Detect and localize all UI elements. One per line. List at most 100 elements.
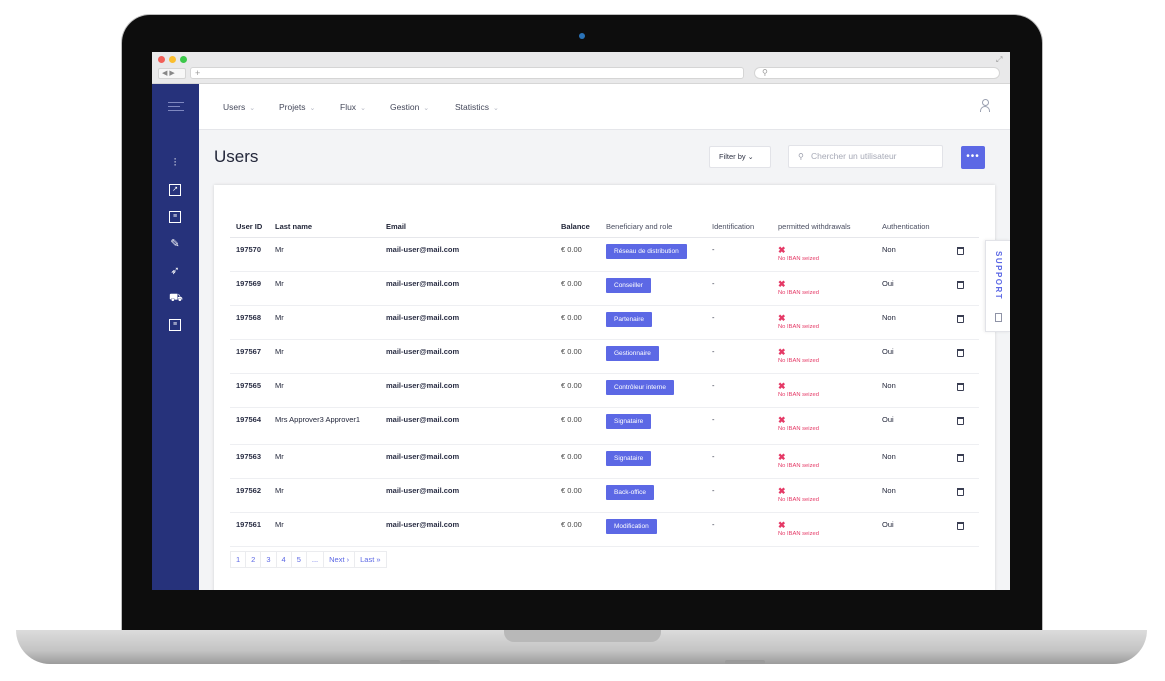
role-badge[interactable]: Partenaire — [606, 311, 652, 327]
support-tab[interactable]: SUPPORT — [985, 240, 1010, 332]
col-balance[interactable]: Balance — [555, 202, 600, 238]
nav-projets[interactable]: Projets ⌄ — [279, 102, 315, 112]
authentication-cell: Non — [876, 305, 951, 340]
maximize-dot[interactable] — [180, 56, 187, 63]
search-icon: ⚲ — [798, 152, 804, 161]
nav-users[interactable]: Users ⌄ — [223, 102, 255, 112]
role-badge[interactable]: Signataire — [606, 450, 652, 466]
filter-label: Filter by — [719, 152, 746, 161]
page-link[interactable]: 5 — [290, 551, 307, 568]
document-icon[interactable] — [995, 313, 1002, 322]
x-icon: ✖ — [778, 485, 786, 496]
page-link[interactable]: 4 — [275, 551, 292, 568]
page-link[interactable]: Last » — [354, 551, 387, 568]
nav-statistics[interactable]: Statistics ⌄ — [455, 102, 499, 112]
address-bar[interactable]: + — [190, 67, 744, 79]
user-id-cell: 197561 — [230, 512, 269, 547]
clipboard-icon[interactable]: ≡ — [169, 211, 181, 223]
trash-icon[interactable] — [957, 280, 964, 289]
table-row[interactable]: 197569 Mr mail-user@mail.com € 0.00 Conseill… — [230, 271, 979, 306]
role-cell: Réseau de distribution — [600, 237, 706, 272]
last-name-cell: Mr — [269, 478, 380, 513]
cursor-icon[interactable]: ➶ — [169, 265, 181, 277]
nav-flux[interactable]: Flux ⌄ — [340, 102, 366, 112]
trash-icon[interactable] — [957, 416, 964, 425]
role-badge[interactable]: Conseiller — [606, 277, 651, 293]
identification-cell: - — [706, 478, 772, 513]
no-iban-text: No IBAN seized — [778, 425, 819, 432]
balance-cell: € 0.00 — [555, 444, 600, 479]
no-iban-text: No IBAN seized — [778, 255, 819, 262]
col-authentication[interactable]: Authentication — [876, 202, 951, 238]
actions-cell — [951, 271, 979, 306]
table-row[interactable]: 197567 Mr mail-user@mail.com € 0.00 Gestionn… — [230, 339, 979, 374]
col-permitted-withdrawals[interactable]: permitted withdrawals — [772, 202, 876, 238]
table-row[interactable]: 197562 Mr mail-user@mail.com € 0.00 Back-off… — [230, 478, 979, 513]
table-row[interactable]: 197561 Mr mail-user@mail.com € 0.00 Modifica… — [230, 512, 979, 547]
nav-gestion[interactable]: Gestion ⌄ — [390, 102, 429, 112]
table-header-row: User ID Last name Email Balance Benefici… — [230, 202, 979, 238]
trash-icon[interactable] — [957, 521, 964, 530]
minimize-dot[interactable] — [169, 56, 176, 63]
col-email[interactable]: Email — [380, 202, 555, 238]
browser-search-bar[interactable]: ⚲ — [754, 67, 1000, 79]
trash-icon[interactable] — [957, 348, 964, 357]
role-badge[interactable]: Modification — [606, 518, 657, 534]
role-badge[interactable]: Réseau de distribution — [606, 243, 687, 259]
role-cell: Back-office — [600, 478, 706, 513]
page-link[interactable]: 2 — [245, 551, 262, 568]
users-card: User ID Last name Email Balance Benefici… — [214, 185, 995, 590]
email-cell: mail-user@mail.com — [380, 407, 555, 445]
cart-icon[interactable]: ⛟ — [169, 292, 183, 304]
fullscreen-icon[interactable]: ⤢ — [996, 55, 1002, 65]
col-user-id[interactable]: User ID — [230, 202, 269, 238]
trash-icon[interactable] — [957, 487, 964, 496]
page-link[interactable]: 1 — [230, 551, 247, 568]
trash-icon[interactable] — [957, 246, 964, 255]
table-row[interactable]: 197568 Mr mail-user@mail.com € 0.00 Partenai… — [230, 305, 979, 340]
user-icon[interactable] — [980, 99, 990, 113]
menu-icon[interactable] — [168, 102, 184, 114]
more-options-button[interactable]: ••• — [961, 146, 985, 169]
page-link[interactable]: Next › — [323, 551, 356, 568]
col-last-name[interactable]: Last name — [269, 202, 380, 238]
page-link[interactable]: ... — [305, 551, 325, 568]
search-user-input[interactable]: ⚲ Chercher un utilisateur — [788, 145, 943, 168]
actions-cell — [951, 237, 979, 272]
sliders-icon[interactable]: ⫶ — [169, 157, 181, 169]
edit-icon[interactable]: ✎ — [169, 238, 181, 250]
chevron-down-icon: ⌄ — [493, 105, 499, 112]
chevron-down-icon: ⌄ — [309, 105, 316, 112]
role-badge[interactable]: Signataire — [606, 413, 652, 429]
pagination: 1 2 3 4 5... Next › Last » — [230, 551, 387, 568]
chart-icon[interactable]: ↗ — [169, 184, 181, 196]
table-row[interactable]: 197570 Mr mail-user@mail.com € 0.00 Réseau d… — [230, 237, 979, 272]
col-identification[interactable]: Identification — [706, 202, 772, 238]
trash-icon[interactable] — [957, 453, 964, 462]
document-icon[interactable]: ≡ — [169, 319, 181, 331]
role-badge[interactable]: Gestionnaire — [606, 345, 659, 361]
back-forward-icon[interactable]: ◀ ▶ — [158, 68, 186, 79]
withdrawals-cell: ✖ No IBAN seized — [772, 478, 876, 513]
table-row[interactable]: 197565 Mr mail-user@mail.com € 0.00 Contrôle… — [230, 373, 979, 408]
close-dot[interactable] — [158, 56, 165, 63]
email-cell: mail-user@mail.com — [380, 373, 555, 408]
user-id-cell: 197562 — [230, 478, 269, 513]
table-row[interactable]: 197564 Mrs Approver3 Approver1 mail-user@m… — [230, 407, 979, 445]
role-badge[interactable]: Back-office — [606, 484, 655, 500]
x-icon: ✖ — [778, 346, 786, 357]
role-cell: Partenaire — [600, 305, 706, 340]
email-cell: mail-user@mail.com — [380, 478, 555, 513]
trash-icon[interactable] — [957, 382, 964, 391]
page-link[interactable]: 3 — [260, 551, 277, 568]
withdrawals-cell: ✖ No IBAN seized — [772, 305, 876, 340]
table-row[interactable]: 197563 Mr mail-user@mail.com € 0.00 Signatai… — [230, 444, 979, 479]
col-beneficiary-role[interactable]: Beneficiary and role — [600, 202, 706, 238]
authentication-cell: Oui — [876, 407, 951, 445]
withdrawals-cell: ✖ No IBAN seized — [772, 373, 876, 408]
role-badge[interactable]: Contrôleur interne — [606, 379, 675, 395]
identification-cell: - — [706, 339, 772, 374]
chevron-down-icon: ⌄ — [747, 154, 754, 161]
trash-icon[interactable] — [957, 314, 964, 323]
filter-by-dropdown[interactable]: Filter by ⌄ — [709, 146, 771, 168]
